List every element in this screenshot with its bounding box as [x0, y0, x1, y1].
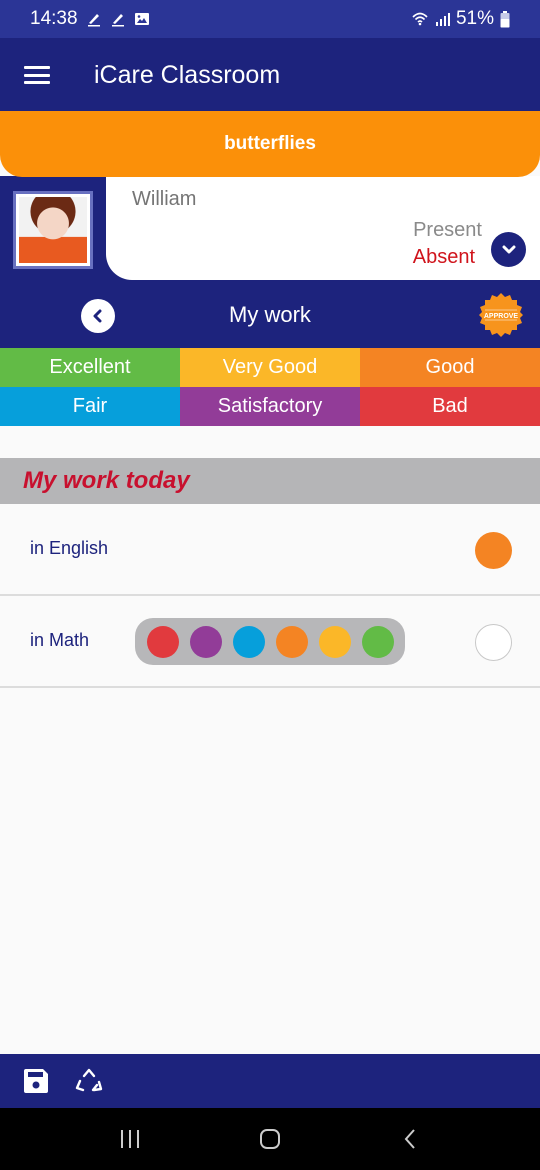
attendance-present-option[interactable]: Present [413, 219, 482, 242]
back-icon [404, 1129, 415, 1149]
class-banner: butterflies [0, 111, 540, 177]
recent-apps-icon [121, 1130, 139, 1148]
approve-label: APPROVE [484, 313, 519, 320]
grade-indicator[interactable] [475, 624, 512, 661]
subject-label: in Math [30, 630, 90, 650]
battery-percent: 51% [455, 8, 494, 29]
system-nav-bar [0, 1108, 540, 1170]
student-panel: William Present Absent [0, 176, 540, 284]
student-card: William Present Absent [106, 176, 540, 280]
grade-picker [135, 618, 405, 665]
attendance-dropdown-button[interactable] [491, 232, 526, 267]
status-time: 14:38 [30, 8, 78, 29]
subject-row-english: in English [0, 504, 540, 596]
grade-legend: Excellent Very Good Good Fair Satisfacto… [0, 348, 540, 426]
work-title: My work [229, 302, 311, 327]
grade-option-very-good[interactable] [318, 625, 351, 658]
image-icon [134, 13, 149, 25]
subject-row-math: in Math [0, 596, 540, 688]
grade-option-fair[interactable] [232, 625, 265, 658]
subject-label: in English [30, 538, 109, 558]
reset-button[interactable] [74, 1067, 104, 1095]
work-bar: My work APPROVE [0, 284, 540, 348]
pen-icon [87, 14, 100, 27]
grade-option-good[interactable] [275, 625, 308, 658]
section-title: My work today [23, 467, 190, 494]
bottom-toolbar [0, 1054, 540, 1108]
attendance-absent-option[interactable]: Absent [413, 246, 475, 269]
recycle-icon [75, 1068, 103, 1092]
grade-option-satisfactory[interactable] [189, 625, 222, 658]
menu-button[interactable] [24, 66, 50, 84]
section-header: My work today [0, 458, 540, 504]
grade-option-excellent[interactable] [361, 625, 394, 658]
save-icon [24, 1069, 48, 1093]
student-photo [19, 197, 87, 263]
legend-good: Good [360, 348, 540, 387]
legend-satisfactory: Satisfactory [180, 387, 360, 426]
battery-icon [500, 10, 510, 27]
student-name: William [132, 188, 197, 210]
home-button[interactable] [240, 1119, 300, 1159]
grade-indicator[interactable] [475, 532, 512, 569]
system-back-button[interactable] [380, 1119, 440, 1159]
wifi-icon [412, 12, 428, 26]
chevron-down-icon [502, 245, 515, 253]
approve-badge-button[interactable]: APPROVE [478, 292, 524, 338]
class-name: butterflies [224, 133, 316, 154]
app-bar: iCare Classroom [0, 38, 540, 112]
home-icon [260, 1129, 280, 1149]
recent-apps-button[interactable] [100, 1119, 160, 1159]
grade-option-bad[interactable] [146, 625, 179, 658]
status-bar: 14:38 51% [0, 0, 540, 38]
legend-fair: Fair [0, 387, 180, 426]
menu-icon [24, 66, 50, 69]
legend-very-good: Very Good [180, 348, 360, 387]
save-button[interactable] [22, 1067, 50, 1095]
legend-bad: Bad [360, 387, 540, 426]
signal-icon [435, 13, 450, 26]
student-avatar-tab [0, 176, 106, 284]
avatar[interactable] [13, 191, 93, 269]
app-title: iCare Classroom [94, 60, 281, 89]
pen-icon [111, 14, 124, 27]
legend-excellent: Excellent [0, 348, 180, 387]
